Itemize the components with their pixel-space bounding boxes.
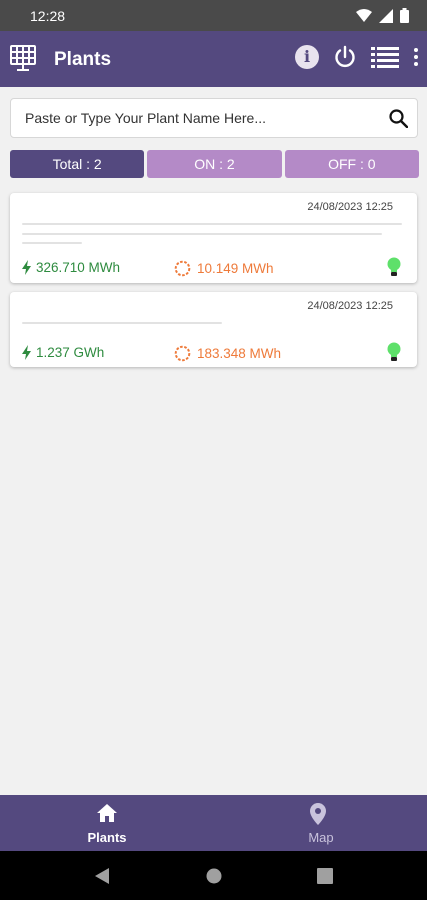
filter-total-tab[interactable]: Total : 2 — [10, 150, 145, 178]
plant-timestamp: 24/08/2023 12:25 — [307, 201, 393, 213]
more-vert-icon[interactable] — [413, 47, 419, 67]
status-icons — [356, 8, 409, 23]
nav-map[interactable]: Map — [266, 795, 376, 851]
plant-timestamp: 24/08/2023 12:25 — [307, 300, 393, 312]
app-actions: i — [295, 45, 419, 69]
bulb-on-icon — [387, 257, 401, 276]
bottom-nav: Plants Map — [0, 795, 427, 851]
sun-icon — [174, 345, 191, 362]
lightning-icon — [22, 345, 31, 360]
plant-energy-value: 1.237 GWh — [36, 345, 105, 360]
location-pin-icon — [310, 803, 326, 825]
home-button-icon[interactable] — [206, 868, 222, 884]
filter-tabs: Total : 2 ON : 2 OFF : 0 — [10, 150, 419, 178]
plant-power-value: 183.348 MWh — [197, 346, 282, 361]
power-icon[interactable] — [333, 45, 357, 69]
nav-plants[interactable]: Plants — [52, 795, 162, 851]
info-icon[interactable]: i — [295, 45, 319, 69]
recents-icon[interactable] — [317, 868, 333, 884]
plant-card[interactable]: 24/08/2023 12:25 326.710 MWh 10.149 MWh — [10, 193, 417, 283]
lightning-icon — [22, 260, 31, 275]
plant-power-value: 10.149 MWh — [197, 261, 274, 276]
app-bar: Plants i — [0, 31, 427, 87]
sun-icon — [174, 260, 191, 277]
filter-on-tab[interactable]: ON : 2 — [147, 150, 282, 178]
page-title: Plants — [54, 49, 112, 70]
wifi-icon — [356, 8, 372, 22]
battery-icon — [400, 8, 409, 23]
list-icon[interactable] — [371, 46, 399, 68]
system-nav-bar — [0, 851, 427, 900]
redacted-plant-name — [22, 223, 402, 225]
plant-energy: 1.237 GWh — [22, 345, 104, 360]
plant-power: 183.348 MWh — [174, 345, 281, 362]
redacted-plant-address — [22, 233, 382, 235]
home-icon — [97, 804, 117, 822]
status-bar: 12:28 — [0, 0, 427, 31]
back-icon[interactable] — [94, 867, 110, 885]
plant-energy: 326.710 MWh — [22, 260, 120, 275]
plant-power: 10.149 MWh — [174, 260, 274, 277]
search-box — [10, 98, 418, 138]
solar-panel-icon — [10, 45, 36, 71]
redacted-plant-name — [22, 322, 222, 324]
bulb-on-icon — [387, 342, 401, 361]
nav-plants-label: Plants — [87, 830, 127, 845]
search-input[interactable] — [11, 99, 381, 137]
signal-icon — [379, 8, 393, 23]
plant-card[interactable]: 24/08/2023 12:25 1.237 GWh 183.348 MWh — [10, 292, 417, 367]
search-icon[interactable] — [389, 109, 408, 128]
filter-off-tab[interactable]: OFF : 0 — [284, 150, 419, 178]
status-time: 12:28 — [30, 8, 66, 24]
plant-energy-value: 326.710 MWh — [36, 260, 121, 275]
redacted-plant-detail — [22, 242, 82, 244]
nav-map-label: Map — [308, 830, 334, 845]
